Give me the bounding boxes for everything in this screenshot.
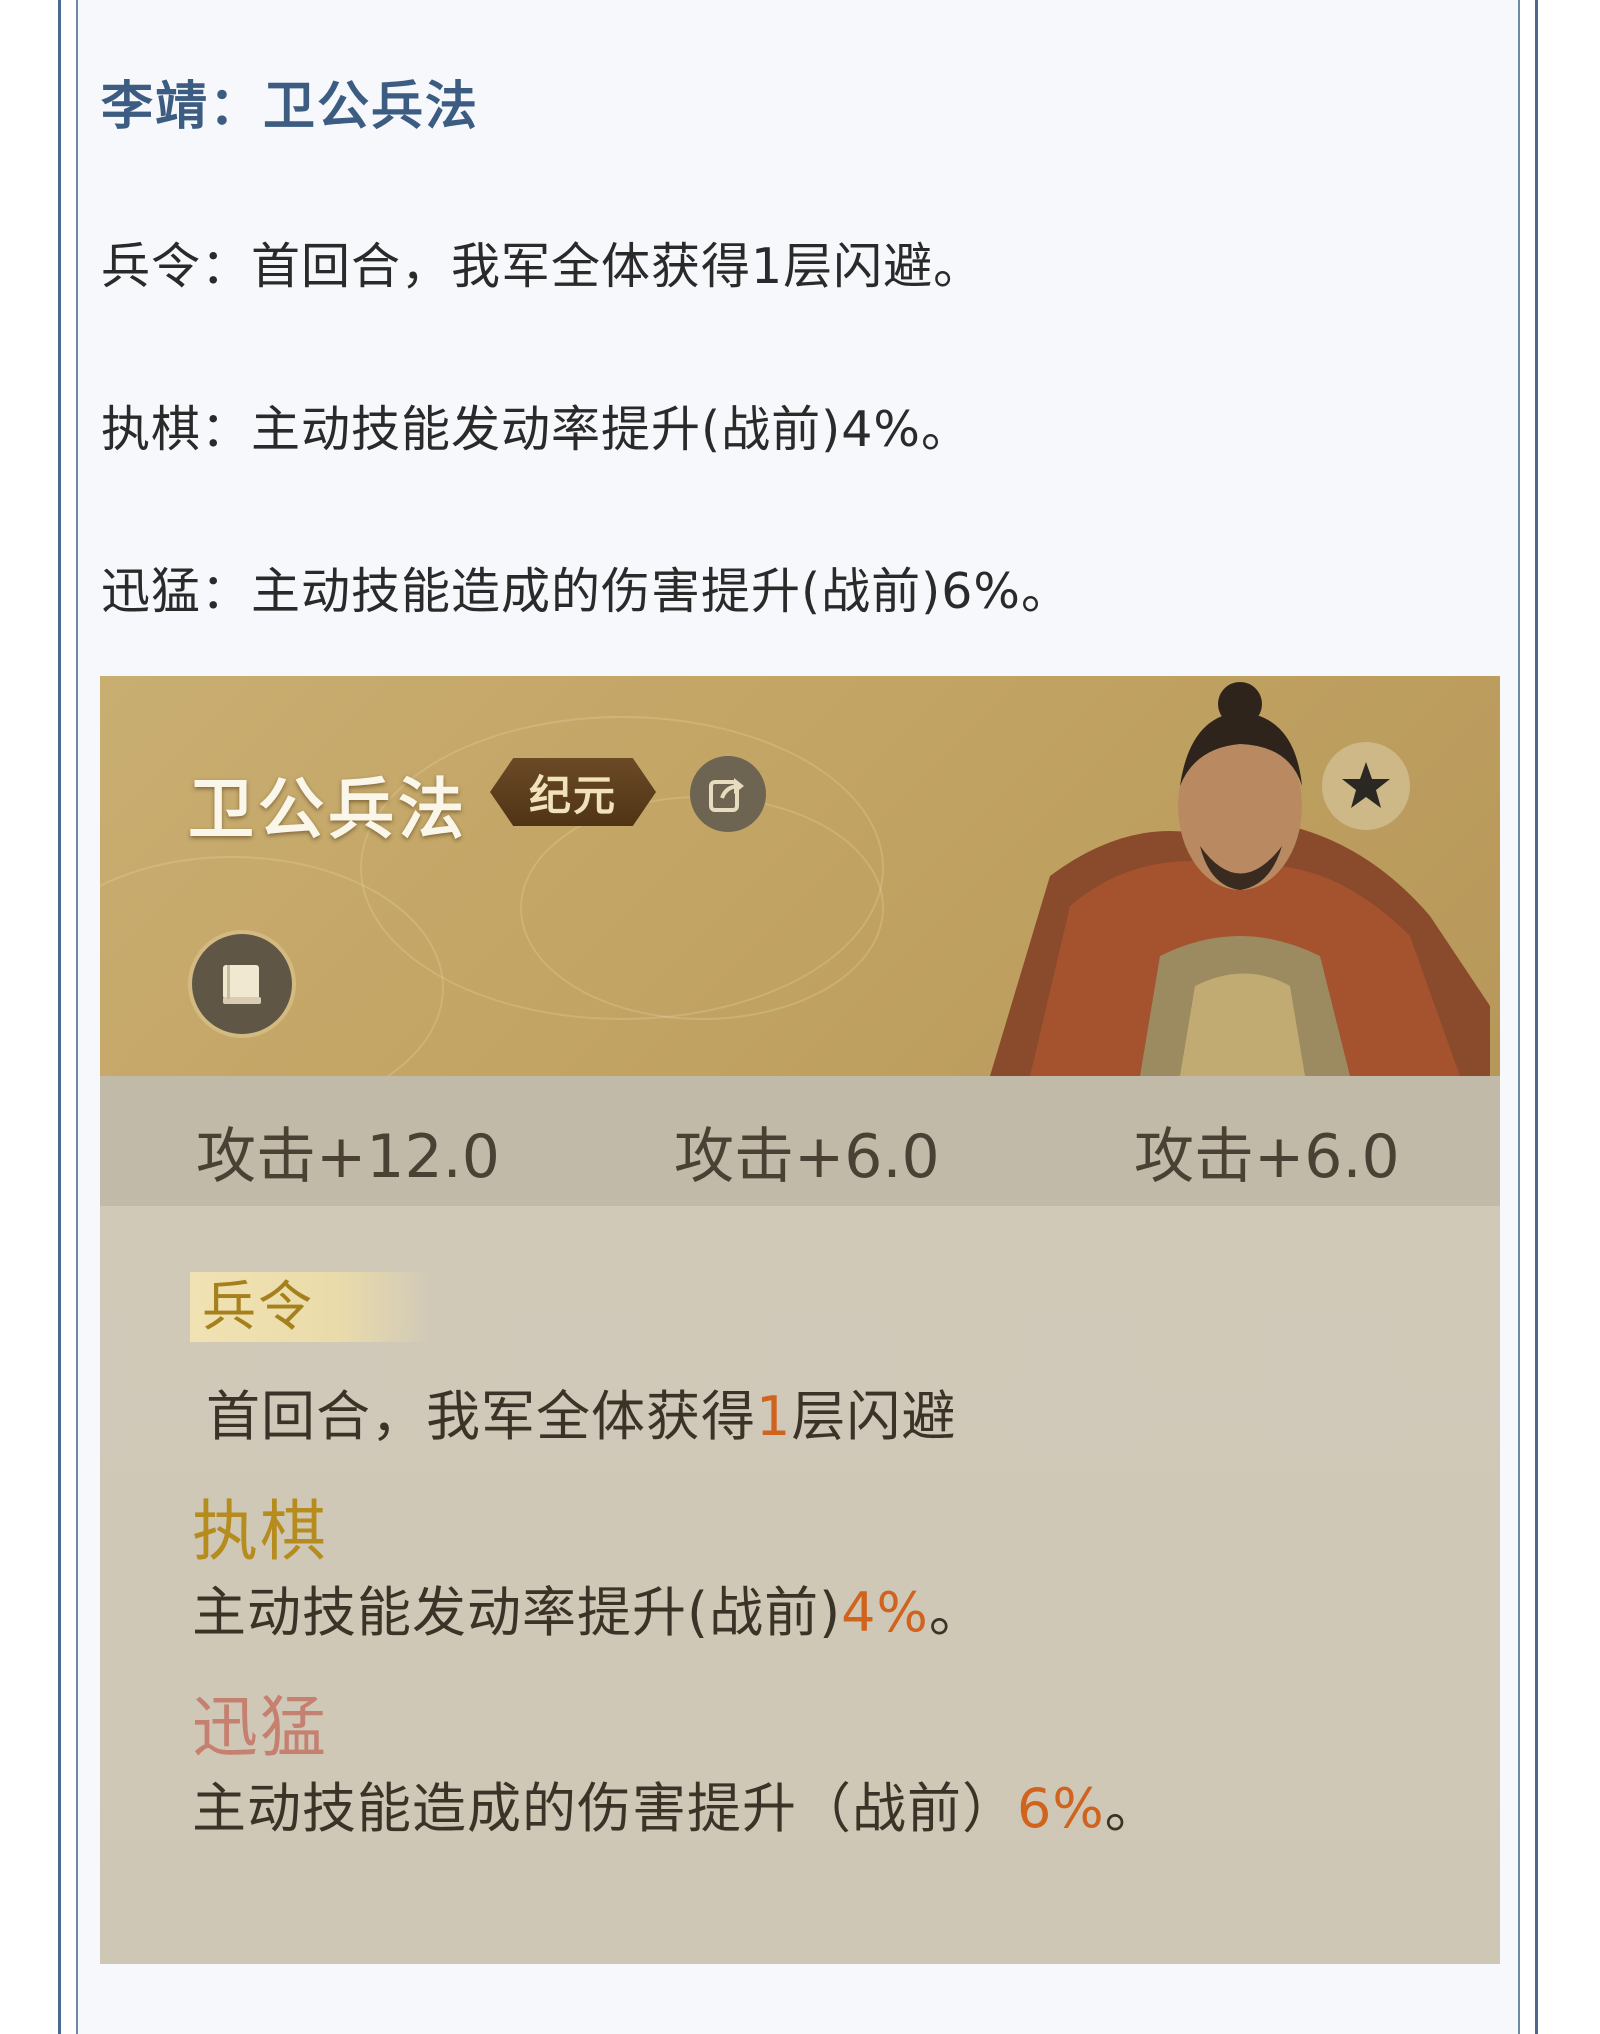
- effect-text: 层闪避: [791, 1385, 957, 1448]
- card-header: 卫公兵法 纪元: [100, 676, 1500, 1120]
- effect-text: 。: [928, 1581, 984, 1644]
- effect-desc-1: 首回合，我军全体获得1层闪避: [206, 1372, 956, 1451]
- stat-attack-1: 攻击+12.0: [196, 1108, 500, 1195]
- book-icon: [223, 965, 261, 1004]
- header-pattern: [520, 796, 884, 1020]
- skill-title: 卫公兵法: [188, 770, 468, 848]
- book-button[interactable]: [192, 934, 292, 1034]
- article-line-3: 迅猛：主动技能造成的伤害提升(战前)6%。: [101, 563, 1071, 620]
- article-title: 李靖：卫公兵法: [101, 77, 480, 137]
- favorite-button[interactable]: [1322, 742, 1410, 830]
- stat-value: +6.0: [1254, 1122, 1400, 1192]
- stat-value: +12.0: [316, 1122, 500, 1192]
- effect-text: 主动技能发动率提升(战前): [192, 1581, 842, 1644]
- effect-desc-3: 主动技能造成的伤害提升（战前）6%。: [192, 1764, 1160, 1843]
- effect-name-2: 执棋: [192, 1493, 328, 1570]
- article-line-2: 执棋：主动技能发动率提升(战前)4%。: [101, 401, 971, 458]
- effect-name-3: 迅猛: [192, 1689, 328, 1766]
- stat-label: 攻击: [674, 1122, 794, 1192]
- stat-label: 攻击: [196, 1122, 316, 1192]
- effect-name-1: 兵令: [190, 1272, 432, 1342]
- stat-attack-3: 攻击+6.0: [1134, 1108, 1400, 1195]
- effect-value: 6%: [1017, 1777, 1105, 1840]
- stat-value: +6.0: [794, 1122, 940, 1192]
- effect-value: 4%: [841, 1581, 929, 1644]
- share-button[interactable]: [690, 756, 766, 832]
- stat-label: 攻击: [1134, 1122, 1254, 1192]
- effect-text: 首回合，我军全体获得: [206, 1385, 756, 1448]
- star-icon: [1342, 762, 1390, 808]
- share-icon: [709, 778, 744, 812]
- stat-attack-2: 攻击+6.0: [674, 1108, 940, 1195]
- skill-card: 卫公兵法 纪元 攻击+12.0 攻击+6.0 攻击+6.0 兵令 首回合，我军全…: [100, 676, 1500, 1964]
- effects-panel: 兵令 首回合，我军全体获得1层闪避 执棋 主动技能发动率提升(战前)4%。 迅猛…: [100, 1206, 1500, 1964]
- general-portrait: [990, 676, 1490, 1076]
- stats-bar: 攻击+12.0 攻击+6.0 攻击+6.0: [100, 1076, 1500, 1206]
- effect-text: 主动技能造成的伤害提升（战前）: [192, 1777, 1017, 1840]
- era-badge: 纪元: [490, 758, 656, 826]
- effect-value: 1: [756, 1385, 792, 1448]
- effect-text: 。: [1104, 1777, 1160, 1840]
- article-line-1: 兵令：首回合，我军全体获得1层闪避。: [101, 238, 984, 295]
- effect-desc-2: 主动技能发动率提升(战前)4%。: [192, 1568, 984, 1647]
